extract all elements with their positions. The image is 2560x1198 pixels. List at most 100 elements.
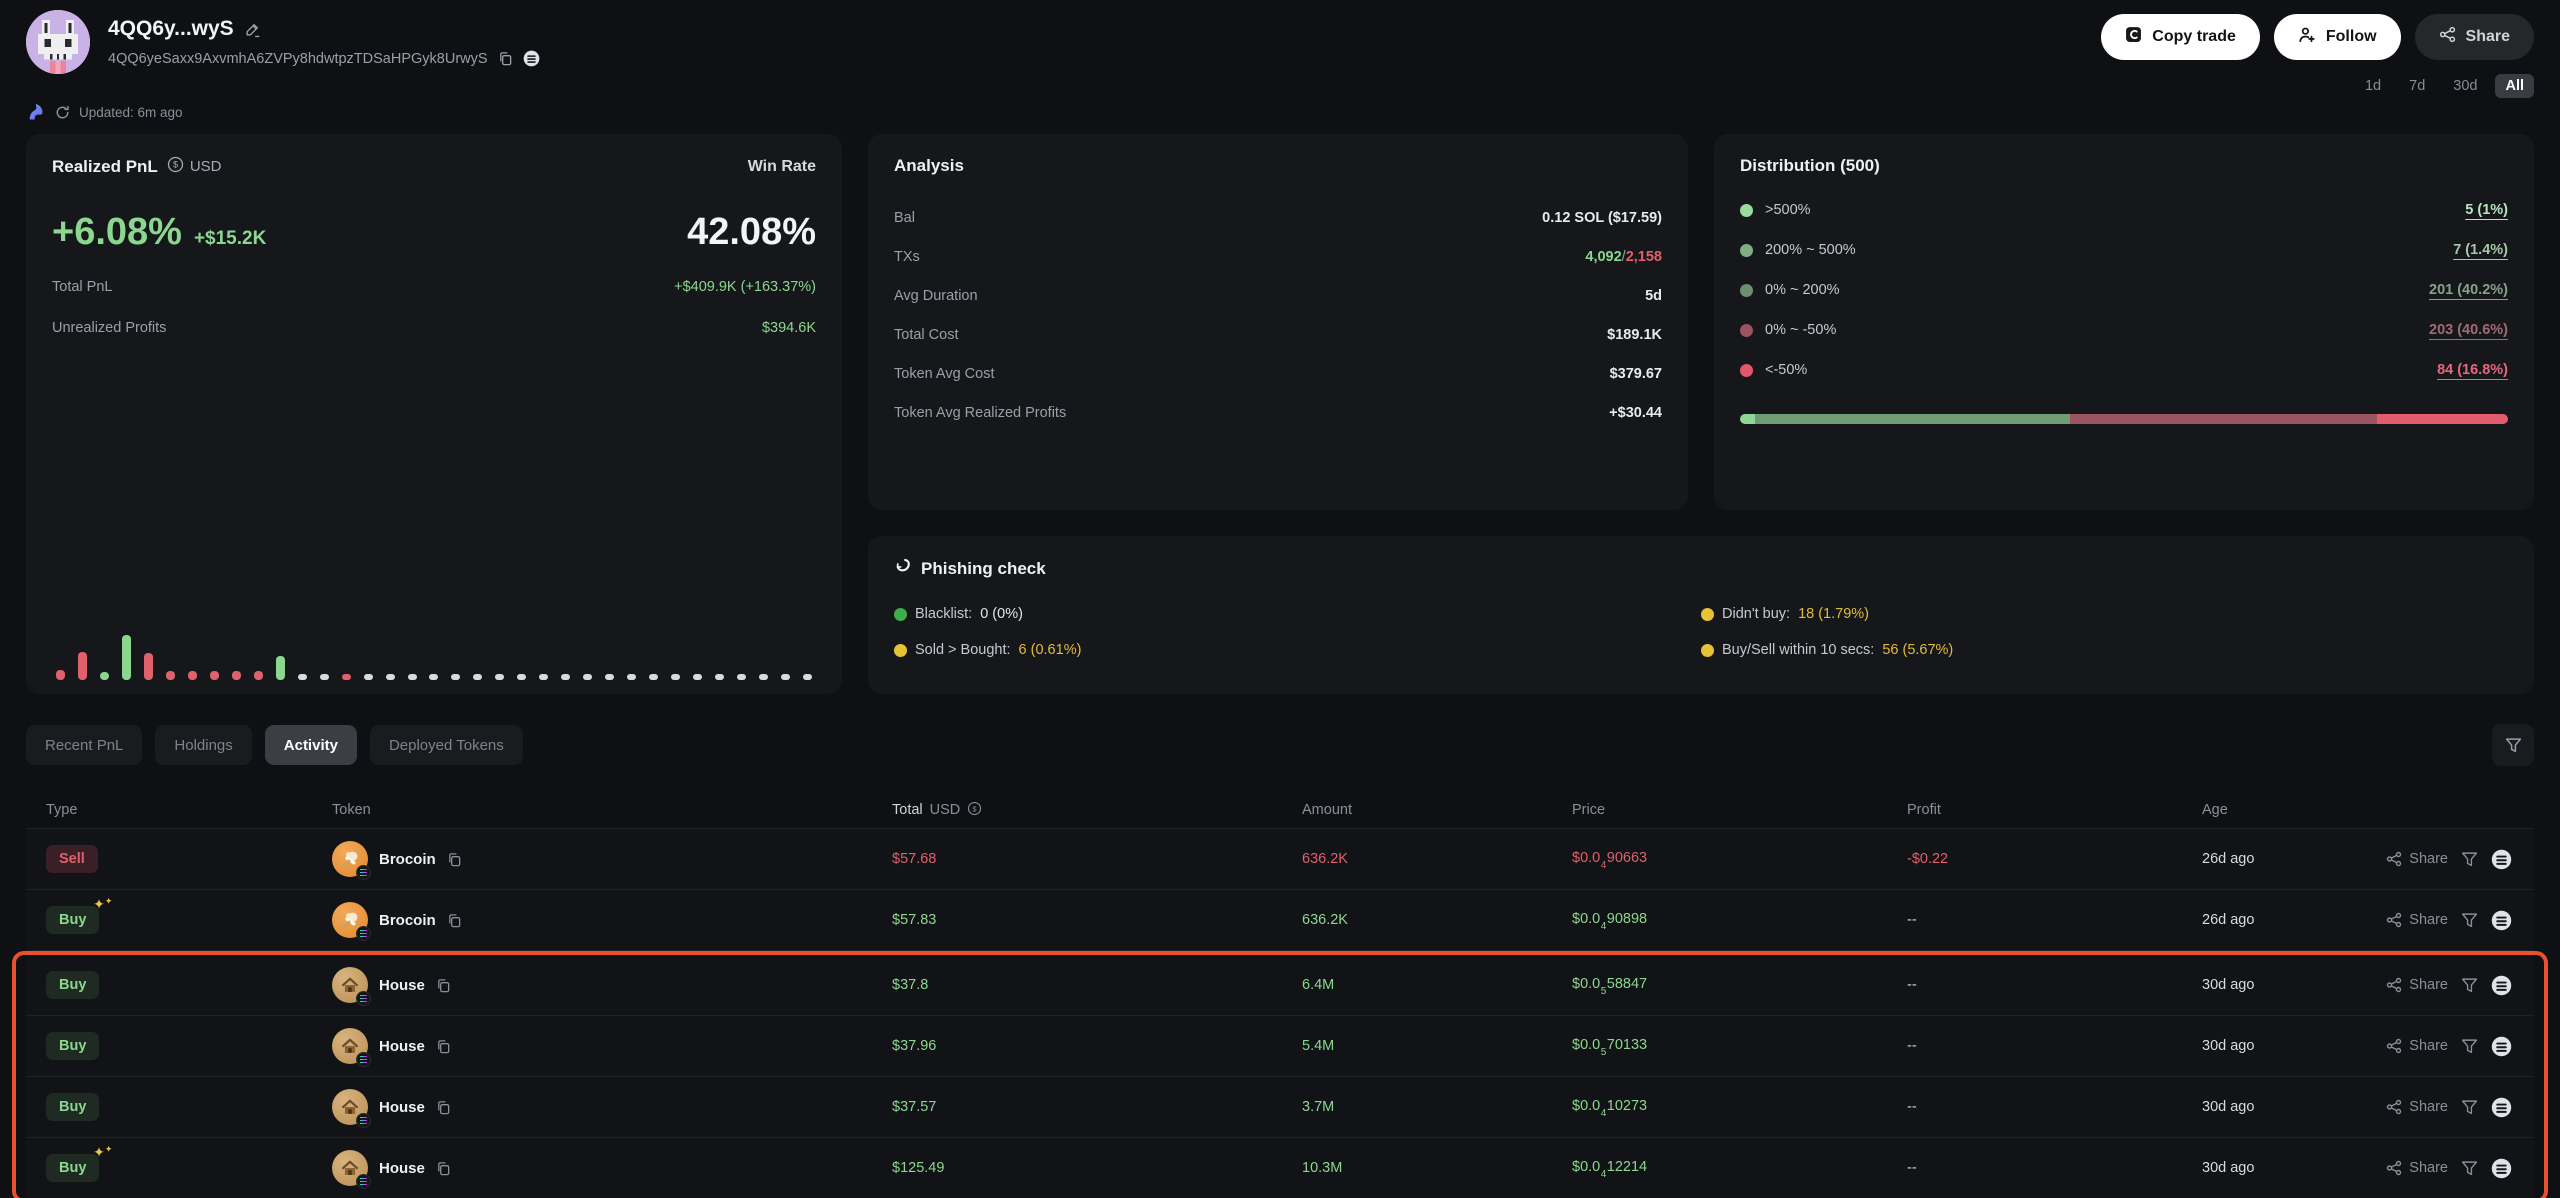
phishing-value: 56 (5.67%) [1882, 642, 1954, 658]
pnl-bar [187, 671, 197, 680]
col-total-unit[interactable]: USD [930, 802, 961, 818]
currency-label[interactable]: USD [190, 158, 222, 175]
pnl-bar [539, 674, 549, 680]
row-share-label: Share [2409, 851, 2448, 867]
distribution-value[interactable]: 7 (1.4%) [2453, 242, 2508, 258]
row-filter-icon[interactable] [2461, 1160, 2478, 1177]
sparkle-icon: ✦✦ [93, 896, 113, 912]
phishing-hook-icon [894, 558, 911, 580]
col-token: Token [332, 802, 371, 818]
copy-token-icon[interactable] [436, 1100, 451, 1115]
row-share-button[interactable]: Share [2386, 851, 2448, 867]
analysis-title: Analysis [894, 156, 964, 175]
col-price: Price [1572, 802, 1606, 818]
distribution-bar-segment [2070, 414, 2378, 424]
row-menu-icon[interactable] [2491, 1158, 2512, 1179]
row-filter-icon[interactable] [2461, 912, 2478, 929]
copy-trade-icon [2125, 26, 2142, 48]
phishing-dot [1701, 607, 1714, 621]
copy-token-icon[interactable] [447, 852, 462, 867]
row-menu-icon[interactable] [2491, 910, 2512, 931]
distribution-value[interactable]: 5 (1%) [2465, 202, 2508, 218]
phishing-dot [894, 643, 907, 657]
time-filter[interactable]: All [2495, 74, 2534, 98]
distribution-value[interactable]: 84 (16.8%) [2437, 362, 2508, 378]
table-row[interactable]: Sell✦✦ Brocoin $57.68 636.2K [26, 829, 2534, 890]
analysis-row: Total Cost $189.1K [894, 315, 1662, 354]
tab[interactable]: Deployed Tokens [369, 725, 523, 765]
analysis-rows: Bal 0.12 SOL ($17.59) TXs 4,092/2,158 Av… [894, 198, 1662, 432]
edit-name-icon[interactable] [244, 21, 261, 38]
copy-token-icon[interactable] [436, 1039, 451, 1054]
copy-token-icon[interactable] [436, 978, 451, 993]
row-menu-icon[interactable] [2491, 975, 2512, 996]
share-nodes-icon [2439, 26, 2456, 48]
share-label: Share [2465, 28, 2510, 45]
phishing-item: Buy/Sell within 10 secs: 56 (5.67%) [1701, 642, 2508, 658]
amount-cell: 10.3M [1302, 1160, 1343, 1176]
row-menu-icon[interactable] [2491, 1036, 2512, 1057]
tab[interactable]: Holdings [155, 725, 252, 765]
token-name[interactable]: House [379, 1099, 425, 1116]
row-menu-icon[interactable] [2491, 1097, 2512, 1118]
age-cell: 30d ago [2202, 1038, 2255, 1054]
copy-token-icon[interactable] [436, 1161, 451, 1176]
row-filter-icon[interactable] [2461, 1099, 2478, 1116]
table-row[interactable]: Buy ✦✦ Brocoin $57.83 636.2K $0.0490898 … [26, 890, 2534, 951]
explorer-menu-icon[interactable] [523, 50, 540, 67]
analysis-value: 0.12 SOL ($17.59) [1542, 209, 1662, 226]
currency-circle-icon[interactable]: $ [967, 801, 982, 820]
row-share-label: Share [2409, 912, 2448, 928]
distribution-row: 0% ~ 200% 201 (40.2%) [1740, 270, 2508, 310]
row-share-button[interactable]: Share [2386, 1099, 2448, 1115]
distribution-value[interactable]: 203 (40.6%) [2429, 322, 2508, 338]
time-filter[interactable]: 7d [2399, 74, 2435, 98]
token-name[interactable]: Brocoin [379, 851, 436, 868]
distribution-label: 0% ~ 200% [1765, 282, 1840, 298]
row-share-button[interactable]: Share [2386, 912, 2448, 928]
copy-address-icon[interactable] [498, 51, 513, 66]
pnl-bar [77, 652, 87, 680]
refresh-icon[interactable] [55, 105, 70, 120]
token-name[interactable]: Brocoin [379, 912, 436, 929]
time-filter[interactable]: 30d [2443, 74, 2487, 98]
table-row[interactable]: Buy✦✦ House [26, 1077, 2534, 1138]
token-name[interactable]: House [379, 1038, 425, 1055]
pnl-bar [407, 674, 417, 680]
token-name[interactable]: House [379, 1160, 425, 1177]
pnl-amount: +$15.2K [193, 228, 267, 249]
row-filter-icon[interactable] [2461, 1038, 2478, 1055]
time-filter[interactable]: 1d [2355, 74, 2391, 98]
currency-toggle-icon[interactable]: $ [167, 156, 184, 177]
row-filter-icon[interactable] [2461, 851, 2478, 868]
tx-buys: 4,092 [1585, 248, 1622, 265]
col-total: Total [892, 802, 923, 818]
distribution-dot [1740, 323, 1753, 337]
row-share-button[interactable]: Share [2386, 977, 2448, 993]
row-share-label: Share [2409, 1038, 2448, 1054]
table-row[interactable]: Buy✦✦ House [26, 1138, 2534, 1198]
distribution-value[interactable]: 201 (40.2%) [2429, 282, 2508, 298]
distribution-label: >500% [1765, 202, 1811, 218]
row-share-button[interactable]: Share [2386, 1038, 2448, 1054]
copy-token-icon[interactable] [447, 913, 462, 928]
table-row[interactable]: Buy✦✦ House [26, 1016, 2534, 1077]
tab[interactable]: Activity [264, 725, 357, 765]
follow-button[interactable]: Follow [2273, 14, 2401, 60]
pnl-bar [802, 674, 812, 680]
row-share-button[interactable]: Share [2386, 1160, 2448, 1176]
activity-filter-button[interactable] [2492, 724, 2534, 766]
realized-pnl-title: Realized PnL [52, 156, 158, 176]
copy-trade-button[interactable]: Copy trade [2101, 14, 2260, 60]
table-row[interactable]: Buy✦✦ House [26, 955, 2534, 1016]
token-name[interactable]: House [379, 977, 425, 994]
analysis-value: $189.1K [1607, 326, 1662, 343]
row-filter-icon[interactable] [2461, 977, 2478, 994]
pnl-bar [561, 674, 571, 680]
row-menu-icon[interactable] [2491, 849, 2512, 870]
distribution-row: >500% 5 (1%) [1740, 190, 2508, 230]
tab[interactable]: Recent PnL [26, 725, 143, 765]
total-cell: $37.57 [892, 1099, 937, 1115]
share-button[interactable]: Share [2414, 14, 2534, 60]
amount-cell: 3.7M [1302, 1099, 1335, 1115]
